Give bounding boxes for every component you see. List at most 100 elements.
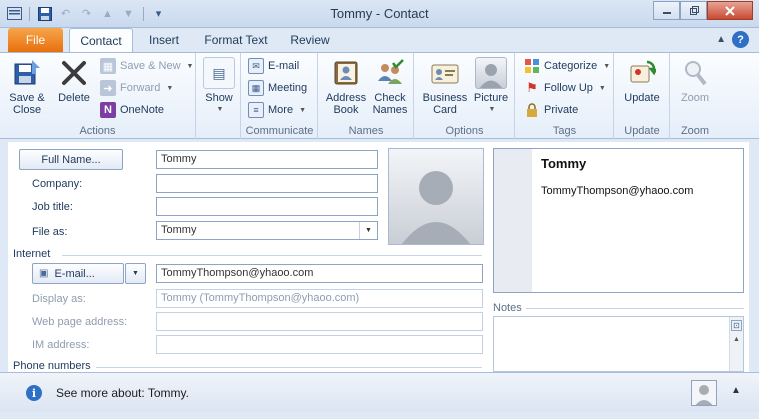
- dropdown-arrow-icon: ▼: [603, 62, 611, 70]
- card-name: Tommy: [541, 156, 587, 171]
- im-address-label: IM address:: [32, 339, 90, 351]
- group-label-tags: Tags: [552, 125, 577, 137]
- save-new-button[interactable]: ▦ Save & New ▼: [100, 57, 193, 75]
- file-as-label: File as:: [32, 226, 68, 238]
- dropdown-arrow-icon: ▼: [598, 84, 606, 92]
- email-type-dropdown-button[interactable]: ▼: [125, 263, 146, 284]
- company-field[interactable]: [156, 174, 378, 193]
- picture-button[interactable]: Picture ▼: [471, 57, 511, 116]
- group-options: Business Card Picture ▼ Options: [415, 53, 515, 139]
- group-communicate: ✉ E-mail ▦ Meeting ≡ More ▼ Communicate: [242, 53, 318, 139]
- group-label-options: Options: [445, 125, 484, 137]
- chevron-down-icon[interactable]: ▼: [359, 222, 377, 239]
- tab-insert[interactable]: Insert: [140, 28, 188, 52]
- delete-button[interactable]: Delete: [52, 57, 96, 104]
- save-close-label: Save & Close: [9, 92, 45, 116]
- show-icon: ▤: [203, 57, 235, 89]
- address-book-button[interactable]: Address Book: [324, 57, 368, 116]
- forward-label: Forward: [120, 82, 161, 94]
- more-button[interactable]: ≡ More ▼: [248, 101, 306, 119]
- follow-up-button[interactable]: ⚑ Follow Up ▼: [524, 79, 606, 97]
- email-type-label: E-mail...: [54, 267, 95, 280]
- group-tags: Categorize ▼ ⚑ Follow Up ▼ Private Tags: [516, 53, 614, 139]
- dropdown-arrow-icon: ▼: [488, 106, 496, 113]
- full-name-field[interactable]: Tommy: [156, 150, 378, 169]
- categorize-label: Categorize: [544, 60, 598, 72]
- contact-form: Full Name... Tommy Company: Job title: F…: [8, 142, 749, 372]
- minimize-button[interactable]: [653, 1, 680, 20]
- lock-icon: [524, 102, 540, 118]
- envelope-icon: ✉: [248, 58, 264, 74]
- web-page-label: Web page address:: [32, 316, 128, 328]
- business-card-button[interactable]: Business Card: [421, 57, 469, 116]
- update-icon: [626, 57, 658, 89]
- save-close-button[interactable]: Save & Close: [6, 57, 48, 116]
- person-icon: [695, 385, 713, 405]
- close-button[interactable]: [707, 1, 753, 20]
- tab-file[interactable]: File: [8, 28, 63, 52]
- more-label: More: [268, 104, 294, 116]
- internet-section-title: Internet: [13, 248, 51, 260]
- card-email: TommyThompson@yhaoo.com: [541, 185, 694, 197]
- restore-button[interactable]: [680, 1, 707, 20]
- update-button[interactable]: Update: [621, 57, 663, 104]
- tab-contact[interactable]: Contact: [69, 28, 133, 52]
- avatar[interactable]: [691, 380, 717, 406]
- show-label: Show: [205, 92, 233, 104]
- onenote-icon: N: [100, 102, 116, 118]
- dropdown-arrow-icon: ▼: [186, 62, 194, 70]
- zoom-button[interactable]: Zoom: [675, 57, 715, 104]
- contact-photo[interactable]: [388, 148, 484, 245]
- onenote-button[interactable]: N OneNote: [100, 101, 164, 119]
- display-as-field[interactable]: Tommy (TommyThompson@yhaoo.com): [156, 289, 483, 308]
- collapse-ribbon-icon[interactable]: ▲: [716, 34, 726, 45]
- web-page-field[interactable]: [156, 312, 483, 331]
- group-zoom: Zoom Zoom: [671, 53, 719, 139]
- picture-label: Picture: [473, 92, 509, 104]
- help-icon[interactable]: ?: [732, 31, 749, 48]
- group-show: ▤ Show ▼: [197, 53, 241, 139]
- group-actions: Save & Close Delete ▦ Save & New ▼ ➜ Forw…: [0, 53, 196, 139]
- private-button[interactable]: Private: [524, 101, 578, 119]
- business-card-preview[interactable]: Tommy TommyThompson@yhaoo.com: [493, 148, 744, 293]
- email-button[interactable]: ✉ E-mail: [248, 57, 299, 75]
- ribbon: Save & Close Delete ▦ Save & New ▼ ➜ Forw…: [0, 52, 759, 139]
- notes-field[interactable]: ▲ ⊡: [493, 316, 744, 372]
- email-label: E-mail: [268, 60, 300, 72]
- show-button[interactable]: ▤ Show ▼: [202, 57, 236, 116]
- job-title-field[interactable]: [156, 197, 378, 216]
- scroll-up-icon[interactable]: ▲: [731, 336, 742, 347]
- categorize-button[interactable]: Categorize ▼: [524, 57, 610, 75]
- delete-x-icon: [58, 57, 90, 89]
- see-more-about-text[interactable]: See more about: Tommy.: [56, 386, 189, 400]
- tab-review[interactable]: Review: [284, 28, 336, 52]
- dropdown-arrow-icon: ▼: [216, 106, 224, 113]
- ribbon-tabs: File Contact Insert Format Text Review ▲…: [0, 28, 759, 52]
- file-as-dropdown[interactable]: Tommy ▼: [156, 221, 378, 240]
- attachment-icon[interactable]: ⊡: [731, 320, 742, 331]
- forward-icon: ➜: [100, 80, 116, 96]
- dropdown-arrow-icon: ▼: [299, 106, 306, 114]
- meeting-button[interactable]: ▦ Meeting: [248, 79, 307, 97]
- window-title: Tommy - Contact: [330, 6, 429, 21]
- magnifier-icon: [679, 57, 711, 89]
- flag-icon: ⚑: [526, 80, 538, 95]
- info-icon: i: [26, 385, 42, 401]
- address-book-icon: [330, 57, 362, 89]
- forward-button[interactable]: ➜ Forward ▼: [100, 79, 173, 97]
- categorize-icon: [524, 58, 540, 74]
- file-as-value: Tommy: [161, 224, 197, 236]
- expand-people-pane-icon[interactable]: ▲: [731, 385, 741, 396]
- full-name-button[interactable]: Full Name...: [19, 149, 123, 170]
- notes-scrollbar[interactable]: ▲ ⊡: [729, 317, 743, 371]
- calendar-icon: ▦: [248, 80, 264, 96]
- email-field[interactable]: TommyThompson@yhaoo.com: [156, 264, 483, 283]
- tab-format-text[interactable]: Format Text: [196, 28, 276, 52]
- email-type-button[interactable]: ▣ E-mail...: [32, 263, 124, 284]
- business-card-label: Business Card: [422, 92, 468, 116]
- job-title-label: Job title:: [32, 201, 73, 213]
- card-image-area: [494, 149, 532, 292]
- check-names-button[interactable]: Check Names: [369, 57, 411, 116]
- im-address-field[interactable]: [156, 335, 483, 354]
- notes-divider: [526, 308, 744, 309]
